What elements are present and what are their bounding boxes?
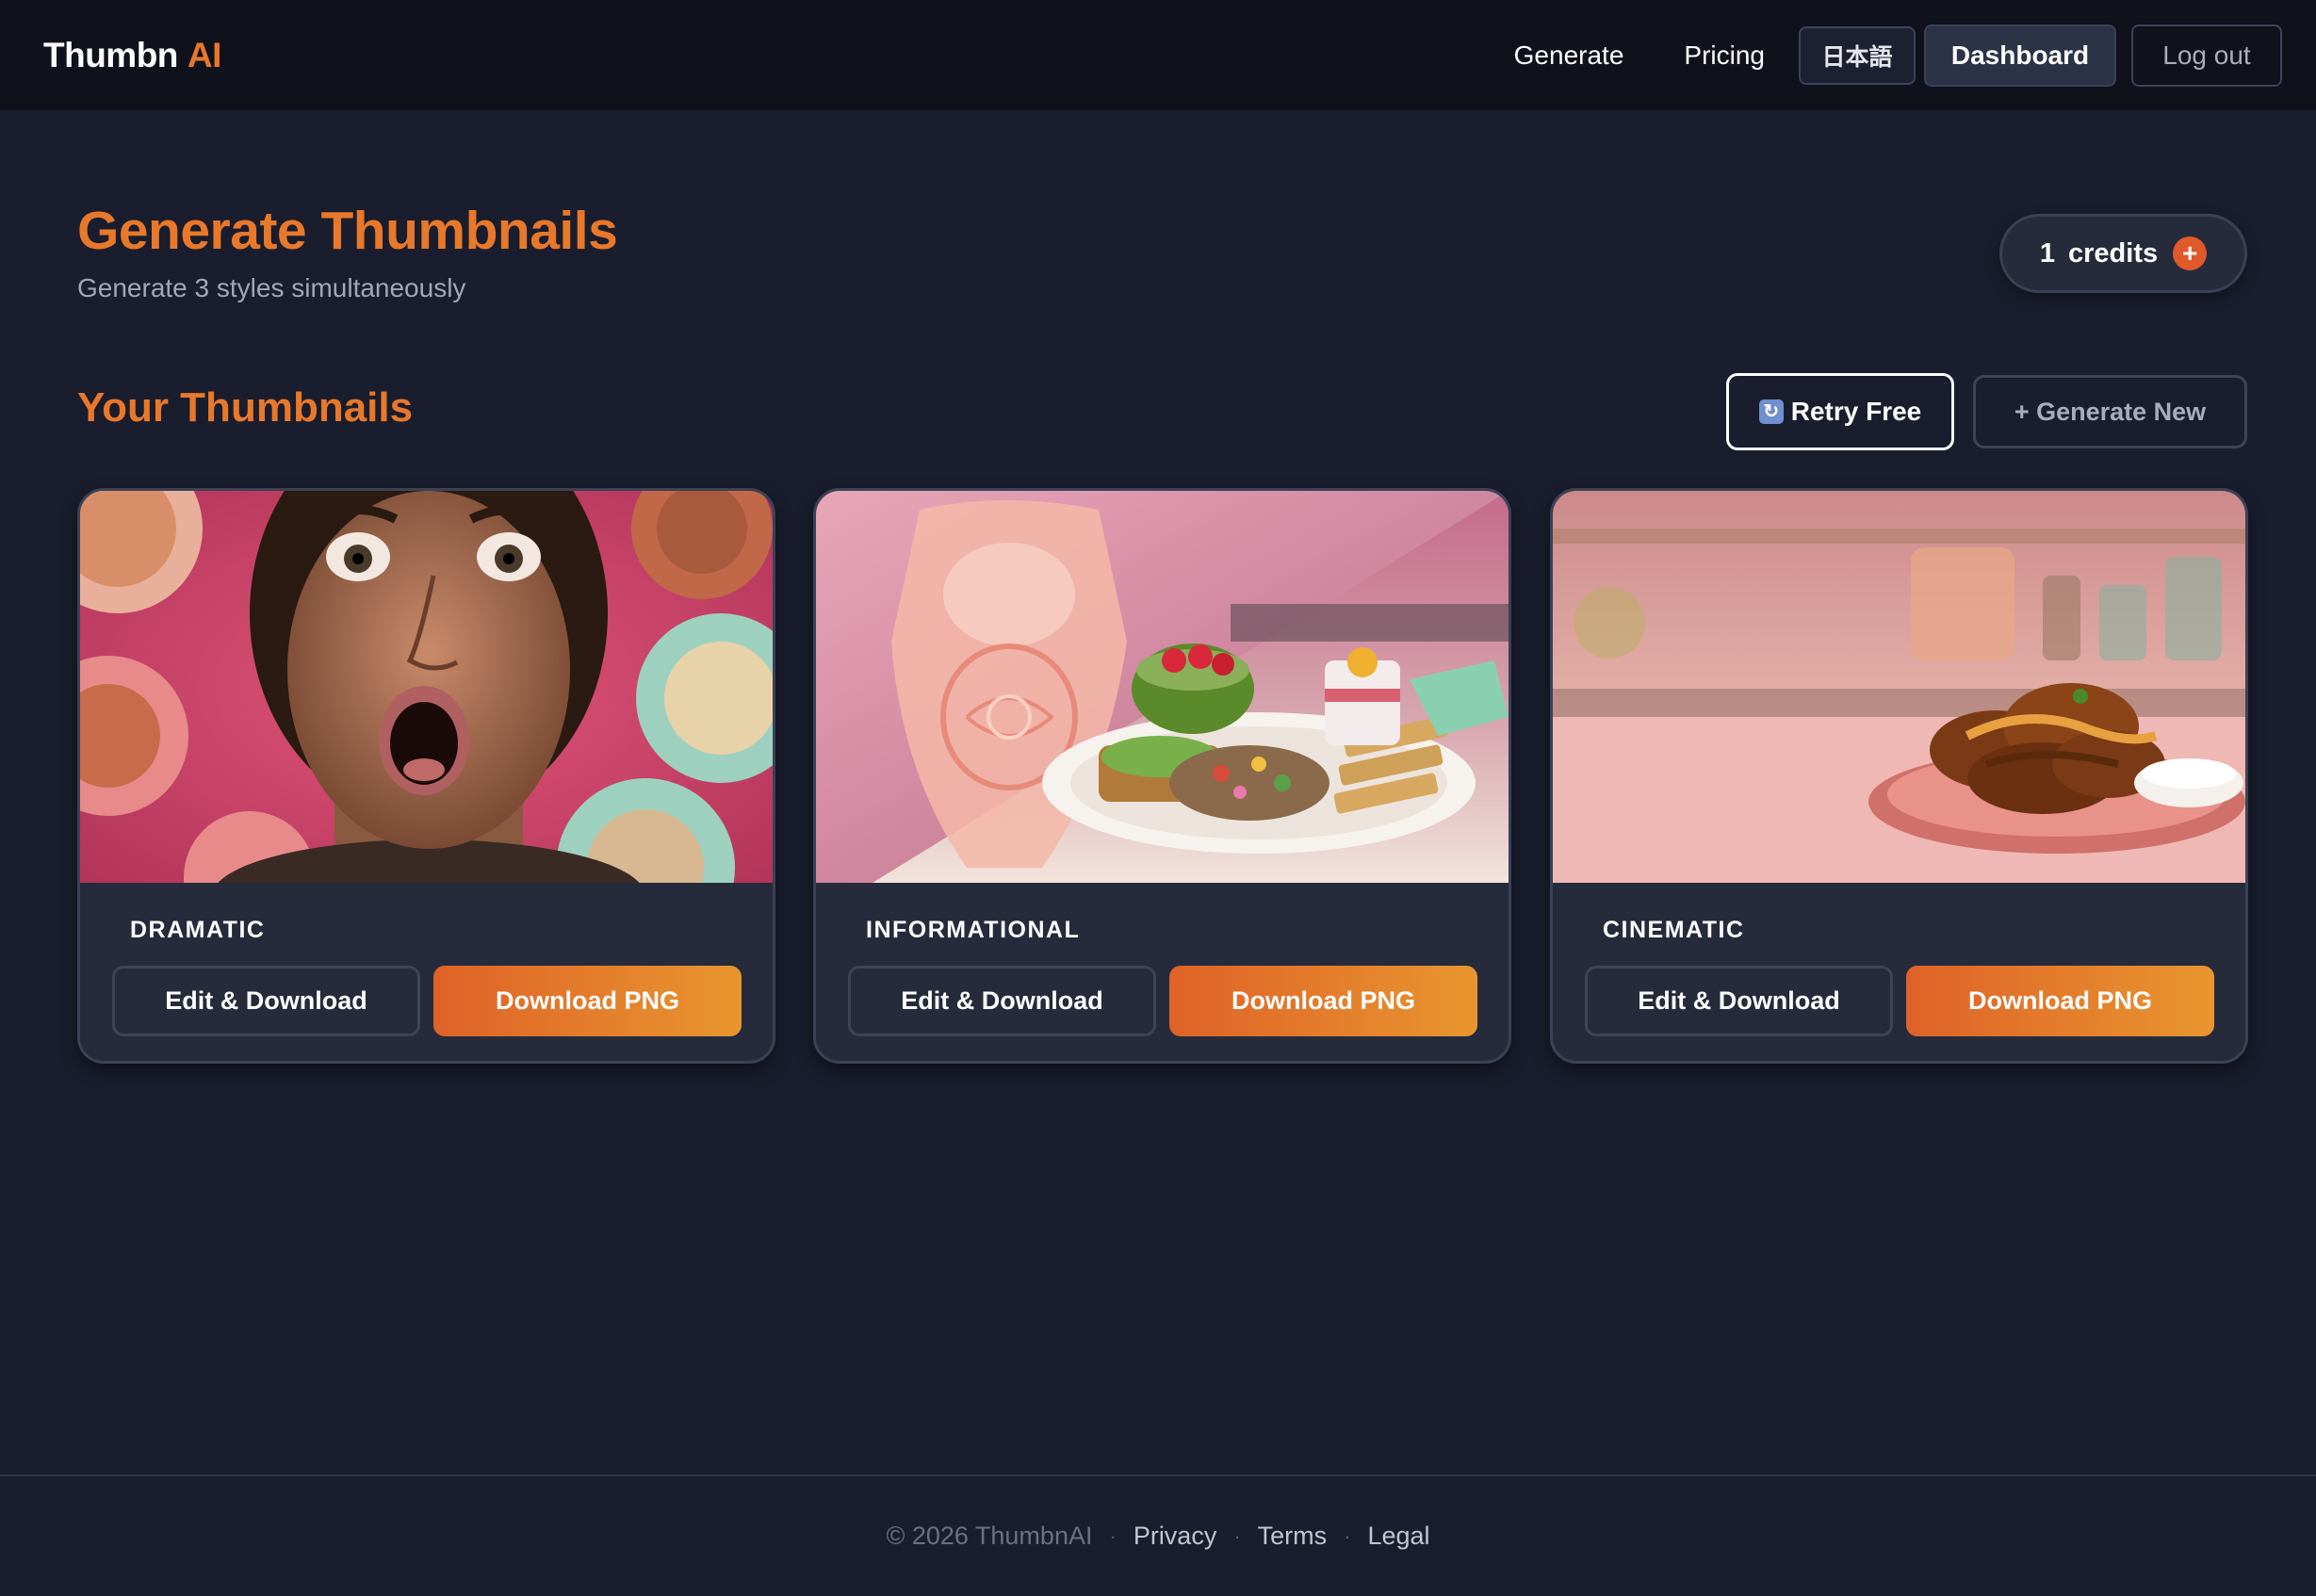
section-title: Your Thumbnails [77, 384, 414, 431]
thumbnail-card-dramatic: DRAMATIC Edit & Download Download PNG [77, 488, 775, 1064]
download-png-button[interactable]: Download PNG [1906, 966, 2214, 1036]
top-navbar: Thumbn AI Generate Pricing 日本語 Dashboard … [0, 0, 2316, 110]
logo[interactable]: Thumbn AI [43, 36, 221, 75]
edit-download-button[interactable]: Edit & Download [112, 966, 420, 1036]
nav-actions: Generate Pricing 日本語 Dashboard Log out [1514, 24, 2282, 87]
dashboard-button[interactable]: Dashboard [1924, 24, 2116, 87]
anatomy-healthy-meal-image[interactable] [816, 491, 1509, 883]
credits-label: credits [2068, 237, 2159, 269]
download-png-button[interactable]: Download PNG [433, 966, 742, 1036]
style-label: CINEMATIC [1603, 917, 1745, 943]
footer-separator: · [1233, 1523, 1241, 1548]
retry-free-button[interactable]: ↻ Retry Free [1726, 373, 1954, 450]
nav-pricing-link[interactable]: Pricing [1684, 41, 1765, 71]
refresh-icon: ↻ [1758, 399, 1784, 424]
retry-free-label: Retry Free [1790, 397, 1922, 426]
logo-text: Thumbn [43, 35, 178, 74]
page-subtitle: Generate 3 styles simultaneously [77, 273, 466, 302]
logout-button[interactable]: Log out [2131, 24, 2282, 87]
credits-count: 1 [2039, 237, 2056, 269]
edit-download-button[interactable]: Edit & Download [848, 966, 1156, 1036]
credits-badge-button[interactable]: 1 credits + [1999, 214, 2247, 293]
footer: © 2026 ThumbnAI · Privacy · Terms · Lega… [0, 1474, 2316, 1596]
style-label: INFORMATIONAL [866, 917, 1081, 943]
download-png-button[interactable]: Download PNG [1169, 966, 1477, 1036]
language-toggle-button[interactable]: 日本語 [1799, 25, 1916, 85]
footer-separator: · [1109, 1523, 1117, 1548]
legal-link[interactable]: Legal [1367, 1522, 1429, 1551]
copyright-text: © 2026 ThumbnAI [886, 1522, 1093, 1550]
generate-new-button[interactable]: + Generate New [1973, 375, 2247, 448]
thumbnail-card-cinematic: CINEMATIC Edit & Download Download PNG [1550, 488, 2248, 1064]
edit-download-button[interactable]: Edit & Download [1585, 966, 1893, 1036]
terms-link[interactable]: Terms [1258, 1522, 1328, 1551]
footer-separator: · [1344, 1523, 1351, 1548]
add-credits-icon[interactable]: + [2173, 236, 2208, 270]
privacy-link[interactable]: Privacy [1134, 1522, 1217, 1551]
style-label: DRAMATIC [130, 917, 266, 943]
page-title: Generate Thumbnails [77, 201, 618, 261]
thumbnail-card-informational: INFORMATIONAL Edit & Download Download P… [813, 488, 1511, 1064]
nav-generate-link[interactable]: Generate [1514, 41, 1624, 71]
logo-accent: AI [187, 35, 222, 74]
fried-chicken-kitchen-image[interactable] [1553, 491, 2245, 883]
shocked-woman-food-image[interactable] [80, 491, 773, 883]
